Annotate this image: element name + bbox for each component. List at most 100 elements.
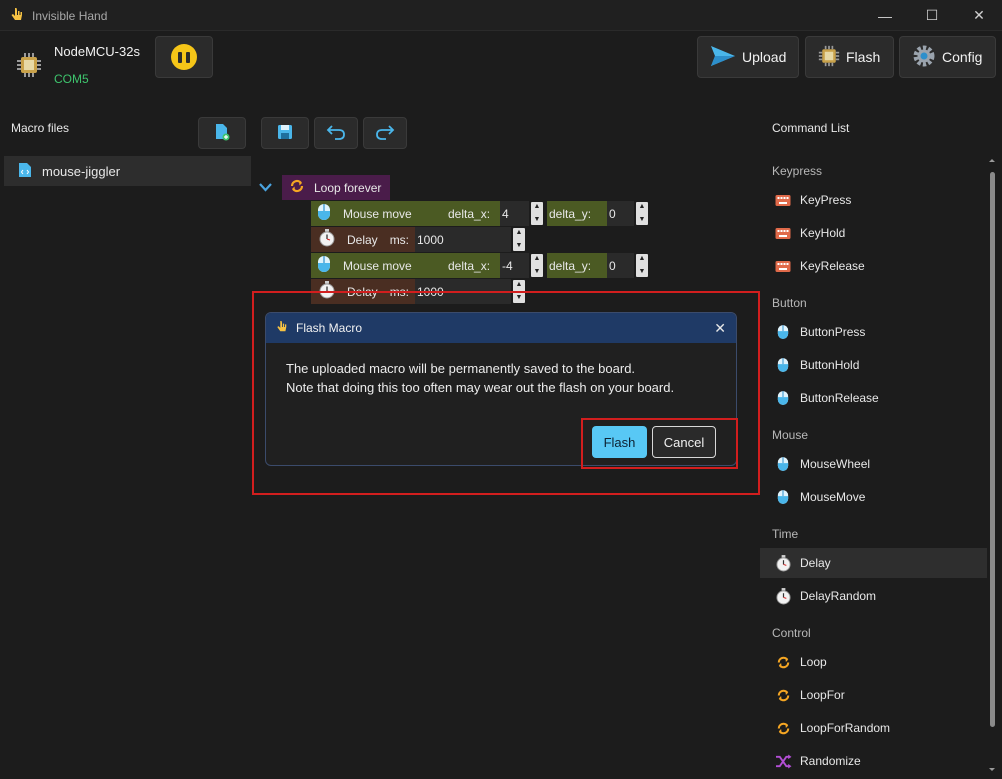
ms-label: ms: [389,232,410,247]
flash-confirm-button[interactable]: Flash [592,426,647,458]
stopwatch-icon [774,587,792,605]
hand-icon [10,7,24,23]
close-icon[interactable]: ✕ [714,320,726,337]
dialog-message-line2: Note that doing this too often may wear … [286,380,675,395]
group-time: Time [772,527,799,541]
delta-y-label: delta_y: [549,258,592,273]
pause-icon [171,44,197,70]
maximize-button[interactable]: ☐ [909,0,955,31]
flash-button[interactable]: Flash [805,36,894,78]
delta-x-input[interactable]: -4 [502,259,513,273]
new-file-button[interactable] [198,117,246,149]
loop-icon [774,719,792,737]
delta-y-spinner[interactable]: ▲ ▼ [636,254,648,277]
keyboard-icon [774,191,792,209]
row-type: Delay [347,232,378,247]
delta-y-input[interactable]: 0 [609,259,616,273]
undo-button[interactable] [314,117,358,149]
cmd-buttonhold[interactable]: ButtonHold [760,350,987,380]
keyboard-icon [774,224,792,242]
gear-icon [912,44,936,71]
redo-icon [375,124,395,143]
stopwatch-icon [774,554,792,572]
cmd-delayrandom[interactable]: DelayRandom [760,581,987,611]
cancel-button[interactable]: Cancel [652,426,716,458]
chip-icon [16,52,42,78]
close-icon: ✕ [973,7,985,23]
row-type: Mouse move [343,258,412,273]
cmd-keypress[interactable]: KeyPress [760,185,987,215]
loop-forever-node[interactable]: Loop forever [282,175,390,200]
delta-x-label: delta_x: [448,258,491,273]
chip-icon [818,45,840,70]
mouse-icon [774,389,792,407]
command-list-title: Command List [772,121,850,135]
dialog-title: Flash Macro [296,321,363,335]
chevron-down-icon[interactable] [259,180,272,195]
cmd-buttonpress[interactable]: ButtonPress [760,317,987,347]
delta-x-label: delta_x: [448,206,491,221]
mouse-icon [774,323,792,341]
group-control: Control [772,626,811,640]
delta-y-label: delta_y: [549,206,592,221]
delay-row[interactable]: Delay ms: 1000 ▲ ▼ [311,227,525,252]
mouse-icon [317,255,331,276]
pause-button[interactable] [155,36,213,78]
dialog-message-line1: The uploaded macro will be permanently s… [286,361,636,376]
mouse-icon [317,203,331,224]
file-name: mouse-jiggler [42,163,121,179]
cmd-buttonrelease[interactable]: ButtonRelease [760,383,987,413]
delta-x-input[interactable]: 4 [502,207,509,221]
send-icon [710,45,736,70]
window-title: Invisible Hand [32,9,108,23]
loop-label: Loop forever [314,180,382,195]
macro-files-title: Macro files [11,121,70,135]
maximize-icon: ☐ [925,7,939,23]
config-label: Config [942,49,983,65]
cmd-mousewheel[interactable]: MouseWheel [760,449,987,479]
mouse-icon [774,356,792,374]
mouse-icon [774,488,792,506]
upload-button[interactable]: Upload [697,36,799,78]
upload-label: Upload [742,49,787,65]
file-item-mouse-jiggler[interactable]: mouse-jiggler [4,156,251,186]
cmd-randomize[interactable]: Randomize [760,746,987,776]
new-file-icon [213,123,231,144]
group-mouse: Mouse [772,428,809,442]
delta-x-spinner[interactable]: ▲ ▼ [531,202,543,225]
hand-icon [276,320,288,337]
delta-y-input[interactable]: 0 [609,207,616,221]
cmd-keyhold[interactable]: KeyHold [760,218,987,248]
minimize-button[interactable]: — [862,0,908,31]
cmd-mousemove[interactable]: MouseMove [760,482,987,512]
cmd-loop[interactable]: Loop [760,647,987,677]
mouse-move-row[interactable]: Mouse move delta_x: 4 ▲ ▼ delta_y: 0 ▲ ▼ [311,201,648,226]
mouse-move-row[interactable]: Mouse move delta_x: -4 ▲ ▼ delta_y: 0 ▲ ▼ [311,253,648,278]
save-icon [276,123,294,144]
scrollbar-thumb[interactable] [990,172,995,727]
cmd-delay[interactable]: Delay [760,548,987,578]
undo-icon [326,124,346,143]
save-button[interactable] [261,117,309,149]
redo-button[interactable] [363,117,407,149]
cmd-loopfor[interactable]: LoopFor [760,680,987,710]
ms-input[interactable]: 1000 [417,233,444,247]
flash-label: Flash [846,49,881,65]
keyboard-icon [774,257,792,275]
ms-spinner[interactable]: ▲ ▼ [513,228,525,251]
cmd-loopforrandom[interactable]: LoopForRandom [760,713,987,743]
mouse-icon [774,455,792,473]
dialog-header: Flash Macro [266,313,736,343]
close-window-button[interactable]: ✕ [956,0,1002,31]
device-name: NodeMCU-32s [54,44,140,59]
delta-x-spinner[interactable]: ▲ ▼ [531,254,543,277]
delta-y-spinner[interactable]: ▲ ▼ [636,202,648,225]
config-button[interactable]: Config [899,36,996,78]
cmd-keyrelease[interactable]: KeyRelease [760,251,987,281]
group-button: Button [772,296,807,310]
row-type: Mouse move [343,206,412,221]
loop-icon [774,686,792,704]
stopwatch-icon [319,229,335,250]
shuffle-icon [774,752,792,770]
loop-icon [288,177,306,198]
